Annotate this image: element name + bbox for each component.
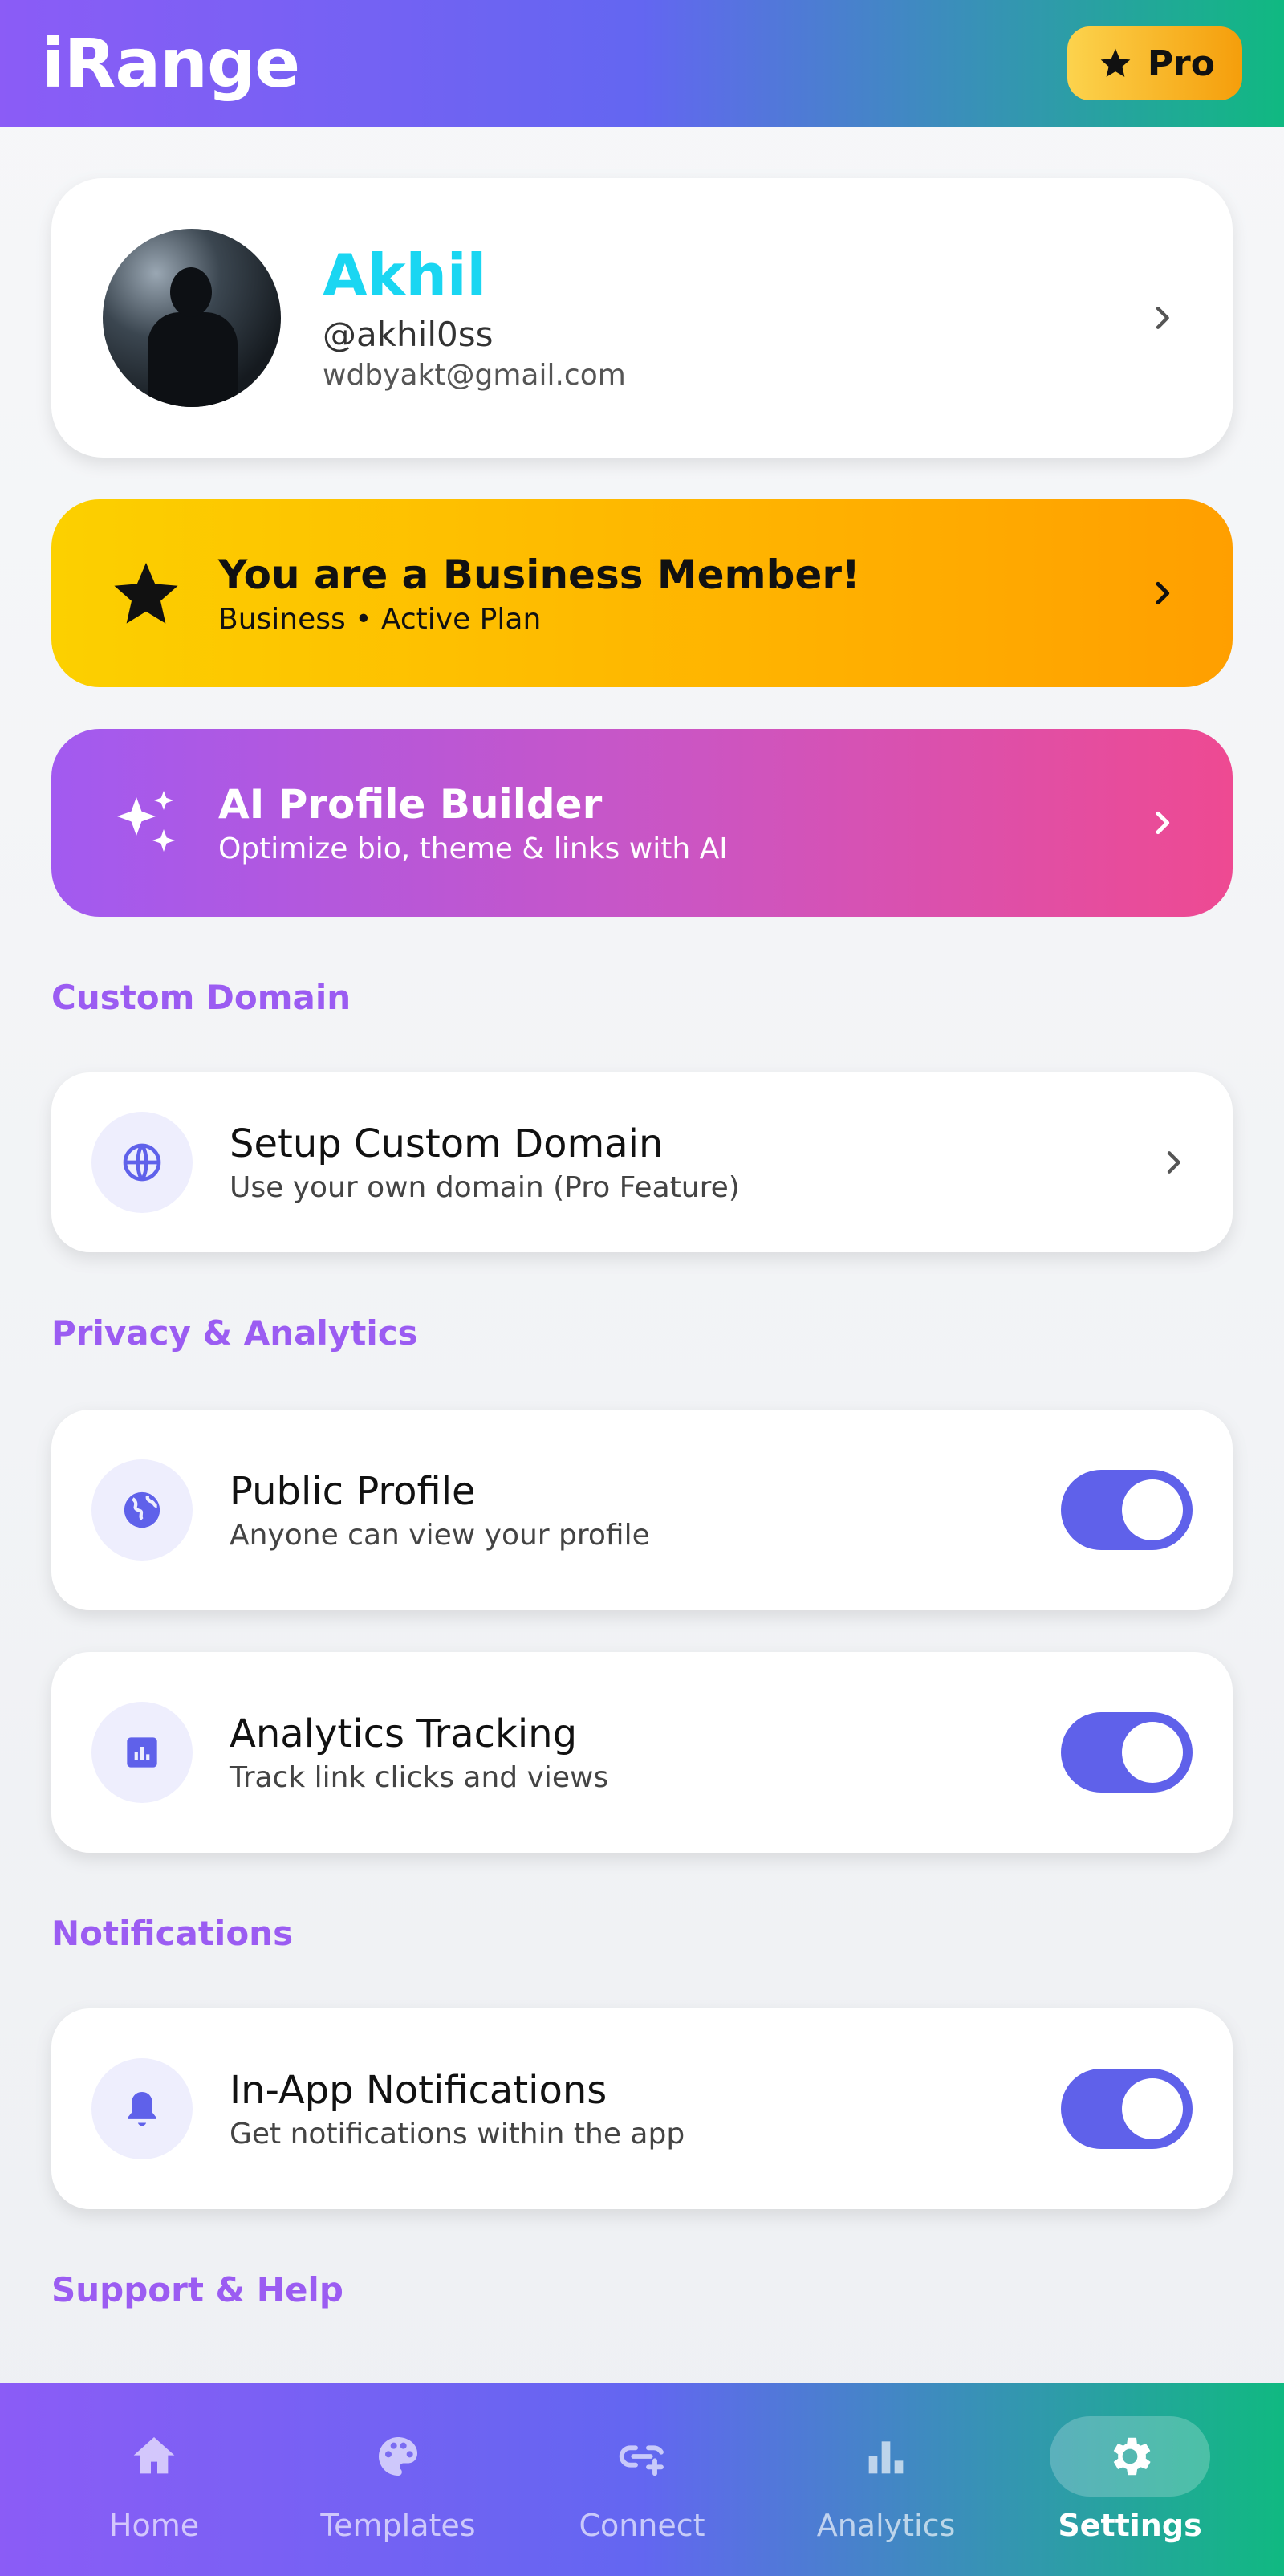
profile-name: Akhil [323, 242, 487, 310]
nav-label: Analytics [816, 2508, 956, 2543]
chevron-right-icon [1154, 1143, 1193, 1182]
pro-badge-label: Pro [1147, 43, 1215, 84]
analytics-tracking-row: Analytics Tracking Track link clicks and… [51, 1652, 1233, 1853]
home-icon [133, 2437, 175, 2474]
avatar [103, 229, 281, 407]
nav-label: Home [108, 2508, 200, 2543]
nav-label: Connect [579, 2508, 705, 2543]
in-app-notifications-toggle[interactable] [1061, 2069, 1193, 2149]
setting-subtitle: Anyone can view your profile [230, 1518, 650, 1552]
profile-card[interactable]: Akhil @akhil0ss wdbyakt@gmail.com [51, 178, 1233, 458]
gear-icon [1113, 2437, 1151, 2476]
bottom-nav: Home Templates Connect Analytics Setting… [0, 2383, 1284, 2576]
profile-email: wdbyakt@gmail.com [323, 358, 626, 392]
ai-profile-builder-banner[interactable]: AI Profile Builder Optimize bio, theme &… [51, 729, 1233, 917]
nav-label: Settings [1058, 2508, 1202, 2543]
palette-icon [379, 2437, 417, 2476]
profile-handle: @akhil0ss [323, 314, 494, 354]
setting-title: In-App Notifications [230, 2067, 607, 2113]
business-member-banner[interactable]: You are a Business Member! Business • Ac… [51, 499, 1233, 687]
star-icon [114, 563, 178, 624]
nav-label: Templates [320, 2508, 476, 2543]
link-add-icon [619, 2445, 664, 2476]
app-title: iRange [42, 24, 300, 103]
section-title-privacy: Privacy & Analytics [51, 1313, 418, 1353]
public-profile-toggle[interactable] [1061, 1470, 1193, 1550]
analytics-tracking-toggle[interactable] [1061, 1712, 1193, 1793]
nav-item-home[interactable]: Home [50, 2416, 258, 2543]
chevron-right-icon [1143, 804, 1181, 842]
setting-subtitle: Get notifications within the app [230, 2117, 685, 2151]
section-title-custom-domain: Custom Domain [51, 978, 351, 1017]
setting-subtitle: Use your own domain (Pro Feature) [230, 1170, 740, 1204]
chevron-right-icon [1143, 574, 1181, 612]
public-profile-row: Public Profile Anyone can view your prof… [51, 1410, 1233, 1610]
setting-title: Analytics Tracking [230, 1711, 578, 1756]
nav-item-settings[interactable]: Settings [1026, 2416, 1234, 2543]
setting-subtitle: Track link clicks and views [230, 1760, 609, 1794]
setting-title: Setup Custom Domain [230, 1121, 664, 1166]
nav-item-templates[interactable]: Templates [294, 2416, 502, 2543]
sparkles-icon [117, 791, 175, 852]
star-icon [1100, 48, 1131, 77]
app-header: iRange Pro [0, 0, 1284, 127]
pro-badge[interactable]: Pro [1067, 26, 1242, 100]
ai-banner-subtitle: Optimize bio, theme & links with AI [218, 832, 728, 865]
setting-title: Public Profile [230, 1468, 476, 1514]
setup-custom-domain-row[interactable]: Setup Custom Domain Use your own domain … [51, 1072, 1233, 1252]
globe-icon [91, 1112, 193, 1213]
nav-item-analytics[interactable]: Analytics [782, 2416, 990, 2543]
ai-banner-title: AI Profile Builder [218, 780, 603, 828]
section-title-support: Support & Help [51, 2270, 343, 2309]
bell-icon [91, 2058, 193, 2159]
chevron-right-icon [1143, 299, 1181, 337]
section-title-notifications: Notifications [51, 1914, 294, 1953]
earth-icon [91, 1459, 193, 1561]
business-banner-title: You are a Business Member! [218, 551, 860, 598]
nav-item-connect[interactable]: Connect [538, 2416, 746, 2543]
in-app-notifications-row: In-App Notifications Get notifications w… [51, 2008, 1233, 2209]
analytics-icon [91, 1702, 193, 1803]
business-banner-subtitle: Business • Active Plan [218, 602, 542, 636]
bar-chart-icon [868, 2441, 904, 2474]
profile-info: Akhil @akhil0ss wdbyakt@gmail.com [323, 242, 1143, 392]
